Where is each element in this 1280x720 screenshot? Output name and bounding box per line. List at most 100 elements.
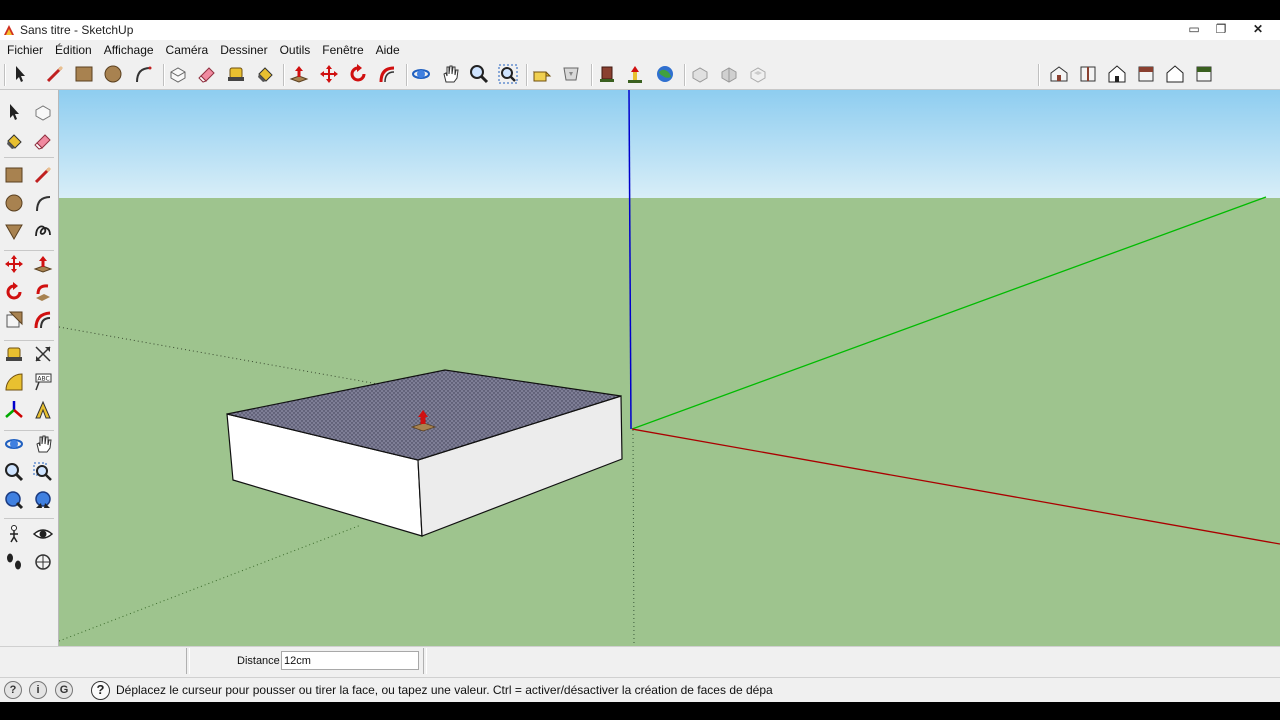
toolbar-place-model[interactable] [622, 61, 648, 87]
tool-offset[interactable] [30, 307, 56, 333]
toolbar-back-view[interactable] [1162, 61, 1188, 87]
vcb-value-input[interactable] [281, 651, 419, 670]
tool-select[interactable] [1, 99, 27, 125]
tool-pan[interactable] [30, 431, 56, 457]
credits-icon[interactable]: i [29, 681, 47, 699]
toolbar-zoom[interactable] [466, 61, 492, 87]
eraser-icon [34, 134, 51, 150]
toolbar-arc[interactable] [130, 61, 156, 87]
tool-eraser[interactable] [30, 128, 56, 154]
viewport-canvas[interactable] [59, 90, 1280, 646]
toolbar-circle[interactable] [100, 61, 126, 87]
tool-walk[interactable] [1, 549, 27, 575]
look-around-icon [33, 529, 53, 539]
tool-protractor[interactable] [1, 369, 27, 395]
toolbar-separator [283, 64, 284, 86]
vcb-label: Distance [237, 655, 280, 667]
tool-zoom[interactable] [1, 459, 27, 485]
toolbar-tape-measure[interactable] [223, 61, 249, 87]
tool-dimension[interactable] [30, 341, 56, 367]
toolbar-rectangle[interactable] [71, 61, 97, 87]
zoom-icon [5, 463, 24, 482]
pencil-icon [46, 65, 64, 83]
geo-location-icon[interactable]: ? [4, 681, 22, 699]
tool-look-around[interactable] [30, 521, 56, 547]
arc-icon [36, 196, 51, 212]
toolbar-section-display[interactable] [716, 61, 742, 87]
menu-outils[interactable]: Outils [280, 41, 311, 59]
toolbar-eraser[interactable] [194, 61, 220, 87]
menu-camera[interactable]: Caméra [166, 41, 209, 59]
tool-scale[interactable] [1, 307, 27, 333]
toolbar-component[interactable] [594, 61, 620, 87]
tool-axes[interactable] [1, 397, 27, 423]
pan-icon [36, 435, 52, 453]
tool-section-plane[interactable] [30, 549, 56, 575]
tool-zoom-extents[interactable] [1, 487, 27, 513]
tool-arc[interactable] [30, 190, 56, 216]
tool-push-pull[interactable] [30, 251, 56, 277]
share-model-icon [563, 67, 579, 81]
tool-pencil[interactable] [30, 162, 56, 188]
menu-dessiner[interactable]: Dessiner [220, 41, 267, 59]
close-button[interactable]: ✕ [1246, 21, 1270, 37]
toolbar-paint-bucket[interactable] [252, 61, 278, 87]
toolbar-push-pull[interactable] [286, 61, 312, 87]
toolbar-zoom-extents[interactable] [495, 61, 521, 87]
toolbar-front-view[interactable] [1104, 61, 1130, 87]
toolbar-pencil[interactable] [42, 61, 68, 87]
tool-rectangle[interactable] [1, 162, 27, 188]
rotate-icon [6, 282, 22, 300]
menu-aide[interactable]: Aide [376, 41, 400, 59]
tool-freehand[interactable] [30, 218, 56, 244]
toolbar-get-models[interactable] [529, 61, 555, 87]
status-text: Déplacez le curseur pour pousser ou tire… [116, 683, 773, 697]
toolbar-share-model[interactable] [558, 61, 584, 87]
toolbar-iso-view[interactable] [1046, 61, 1072, 87]
toolbar-left-view[interactable] [1191, 61, 1217, 87]
toolbar-right-view[interactable] [1133, 61, 1159, 87]
menu-fichier[interactable]: Fichier [7, 41, 43, 59]
menu-fenetre[interactable]: Fenêtre [322, 41, 363, 59]
toolbar-move[interactable] [316, 61, 342, 87]
toolbar-select[interactable] [7, 61, 33, 87]
menu-affichage[interactable]: Affichage [104, 41, 154, 59]
tool-position-camera[interactable] [1, 521, 27, 547]
toolbar-make-component[interactable] [165, 61, 191, 87]
rectangle-icon [75, 66, 93, 82]
toolbar-follow-me[interactable] [374, 61, 400, 87]
tool-text[interactable]: ABC [30, 369, 56, 395]
freehand-icon [35, 225, 51, 237]
toolbar-google-earth[interactable] [652, 61, 678, 87]
toolbar-rotate[interactable] [345, 61, 371, 87]
maximize-button[interactable]: ❐ [1209, 21, 1233, 37]
menu-edition[interactable]: Édition [55, 41, 92, 59]
tool-rotate[interactable] [1, 279, 27, 305]
tool-3d-text[interactable] [30, 397, 56, 423]
toolbar-pan[interactable] [437, 61, 463, 87]
tool-tape-measure[interactable] [1, 341, 27, 367]
tool-make-component[interactable] [30, 99, 56, 125]
front-view-icon [1108, 65, 1126, 83]
follow-me-icon [379, 66, 395, 83]
tool-circle[interactable] [1, 190, 27, 216]
iso-view-icon [1050, 66, 1068, 82]
tool-previous-view[interactable] [30, 487, 56, 513]
help-icon[interactable]: ? [91, 681, 110, 700]
toolbar-top-view[interactable] [1075, 61, 1101, 87]
tool-move[interactable] [1, 251, 27, 277]
toolbar-orbit[interactable] [408, 61, 434, 87]
toolbar-separator [526, 64, 527, 86]
toolbar-section-cut[interactable] [745, 61, 771, 87]
tool-zoom-window[interactable] [30, 459, 56, 485]
tool-follow-me[interactable] [30, 279, 56, 305]
tool-polygon[interactable] [1, 218, 27, 244]
google-icon[interactable]: G [55, 681, 73, 699]
toolbar-section[interactable] [687, 61, 713, 87]
minimize-button[interactable]: ▭ [1182, 21, 1206, 37]
tool-orbit[interactable] [1, 431, 27, 457]
push-pull-icon [33, 256, 53, 273]
offset-icon [34, 311, 51, 329]
tool-paint-bucket[interactable] [1, 128, 27, 154]
drawing-viewport[interactable] [59, 90, 1280, 646]
